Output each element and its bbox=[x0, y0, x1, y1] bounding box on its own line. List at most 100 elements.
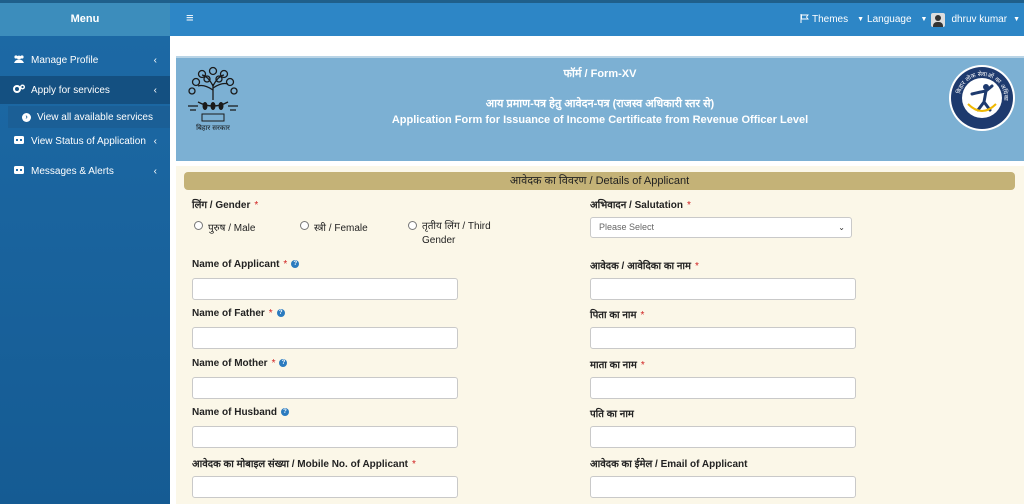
required-mark: * bbox=[268, 308, 273, 319]
chevron-down-icon: ‹ bbox=[153, 84, 157, 96]
chevron-left-icon: ‹ bbox=[153, 135, 157, 147]
email-label: आवेदक का ईमेल / Email of Applicant bbox=[590, 456, 747, 470]
language-dropdown[interactable]: ▼ Language bbox=[857, 14, 911, 25]
gender-label-text: लिंग / Gender bbox=[192, 200, 251, 211]
flag-icon bbox=[800, 13, 809, 26]
sidebar: Menu Manage Profile ‹ Apply for services… bbox=[0, 3, 170, 504]
user-name: dhruv kumar bbox=[951, 14, 1008, 25]
avatar bbox=[931, 12, 946, 27]
husband-name-label: Name of Husband? bbox=[192, 407, 290, 418]
caret-down-icon: ▼ bbox=[1013, 16, 1020, 23]
themes-dropdown[interactable]: Themes bbox=[800, 13, 849, 26]
required-mark: * bbox=[695, 261, 699, 272]
name-applicant-label: Name of Applicant *? bbox=[192, 259, 300, 270]
required-mark: * bbox=[686, 200, 691, 211]
email-input[interactable] bbox=[590, 476, 856, 498]
required-mark: * bbox=[254, 200, 259, 211]
users-icon bbox=[12, 54, 26, 66]
cogs-icon bbox=[12, 84, 26, 96]
caret-down-icon: ▼ bbox=[920, 16, 928, 23]
chevron-left-icon: ‹ bbox=[153, 54, 157, 66]
sidebar-item-manage-profile[interactable]: Manage Profile ‹ bbox=[0, 46, 170, 74]
form-banner: बिहार सरकार फॉर्म / Form-XV आय प्रमाण-पत… bbox=[176, 56, 1024, 161]
message-icon bbox=[12, 166, 26, 176]
mobile-label: आवेदक का मोबाइल संख्या / Mobile No. of A… bbox=[192, 456, 416, 470]
husband-name-hindi-label: पति का नाम bbox=[590, 406, 634, 420]
hamburger-menu-icon[interactable]: ≡ bbox=[186, 10, 194, 25]
radio-circle bbox=[408, 221, 417, 230]
label-text: पिता का नाम bbox=[590, 310, 637, 321]
name-applicant-hindi-input[interactable] bbox=[590, 278, 856, 300]
user-menu[interactable]: ▼ dhruv kumar ▼ bbox=[920, 12, 1020, 27]
label-text: आवेदक / आवेदिका का नाम bbox=[590, 261, 692, 272]
sidebar-item-label: Apply for services bbox=[31, 84, 110, 96]
required-mark: * bbox=[640, 360, 645, 371]
gender-radio-female[interactable]: स्त्री / Female bbox=[300, 220, 368, 234]
name-applicant-hindi-label: आवेदक / आवेदिका का नाम * bbox=[590, 258, 699, 272]
required-mark: * bbox=[640, 310, 645, 321]
sidebar-title: Menu bbox=[0, 3, 170, 36]
radio-label: पुरुष / Male bbox=[208, 223, 256, 234]
radio-label: तृतीय लिंग / Third Gender bbox=[422, 221, 491, 246]
language-label: Language bbox=[867, 14, 912, 25]
required-mark: * bbox=[271, 358, 276, 369]
name-applicant-input[interactable] bbox=[192, 278, 458, 300]
sidebar-subitem-all-services[interactable]: › View all available services bbox=[8, 106, 170, 128]
main-content: बिहार सरकार फॉर्म / Form-XV आय प्रमाण-पत… bbox=[170, 36, 1024, 504]
salutation-select[interactable]: Please Select ⌄ bbox=[590, 217, 852, 238]
mobile-input[interactable] bbox=[192, 476, 458, 498]
gender-label: लिंग / Gender * bbox=[192, 197, 258, 211]
applicant-form: आवेदक का विवरण / Details of Applicant लि… bbox=[176, 166, 1024, 504]
label-text: Name of Father bbox=[192, 308, 265, 319]
status-icon bbox=[12, 136, 26, 146]
top-header: ≡ Themes ▼ Language ▼ dhruv kumar ▼ bbox=[170, 3, 1024, 36]
sidebar-item-apply-services[interactable]: Apply for services ‹ bbox=[0, 76, 170, 104]
chevron-left-icon: ‹ bbox=[153, 165, 157, 177]
mother-name-hindi-label: माता का नाम * bbox=[590, 357, 645, 371]
label-text: आवेदक का मोबाइल संख्या / Mobile No. of A… bbox=[192, 459, 409, 470]
father-name-hindi-input[interactable] bbox=[590, 327, 856, 349]
form-title-hindi: आय प्रमाण-पत्र हेतु आवेदन-पत्र (राजस्व अ… bbox=[485, 98, 715, 110]
mother-name-hindi-input[interactable] bbox=[590, 377, 856, 399]
gender-radio-third[interactable]: तृतीय लिंग / Third Gender bbox=[408, 220, 504, 248]
info-icon[interactable]: ? bbox=[291, 260, 300, 269]
husband-name-hindi-input[interactable] bbox=[590, 426, 856, 448]
husband-name-input[interactable] bbox=[192, 426, 458, 448]
label-text: आवेदक का ईमेल / Email of Applicant bbox=[590, 459, 748, 470]
header-actions: Themes ▼ Language ▼ dhruv kumar ▼ bbox=[791, 3, 1020, 36]
chevron-right-circle-icon: › bbox=[22, 112, 31, 122]
section-header: आवेदक का विवरण / Details of Applicant bbox=[184, 172, 1015, 190]
info-icon[interactable]: ? bbox=[276, 309, 285, 318]
salutation-value: Please Select bbox=[599, 222, 655, 232]
info-icon[interactable]: ? bbox=[279, 359, 288, 368]
salutation-label-text: अभिवादन / Salutation bbox=[590, 200, 683, 211]
sidebar-item-label: Manage Profile bbox=[31, 54, 99, 66]
gender-radio-male[interactable]: पुरुष / Male bbox=[194, 220, 255, 234]
radio-circle bbox=[300, 221, 309, 230]
father-name-hindi-label: पिता का नाम * bbox=[590, 307, 644, 321]
chevron-down-icon: ⌄ bbox=[838, 223, 845, 232]
label-text: Name of Mother bbox=[192, 358, 268, 369]
label-text: Name of Applicant bbox=[192, 259, 280, 270]
sidebar-item-label: View Status of Application bbox=[31, 135, 146, 147]
sidebar-item-messages[interactable]: Messages & Alerts ‹ bbox=[0, 157, 170, 185]
label-text: माता का नाम bbox=[590, 360, 637, 371]
father-name-input[interactable] bbox=[192, 327, 458, 349]
salutation-label: अभिवादन / Salutation * bbox=[590, 197, 691, 211]
themes-label: Themes bbox=[811, 14, 849, 25]
required-mark: * bbox=[283, 259, 288, 270]
rtps-logo-icon: बिहार लोक सेवाओं का अधिकार bbox=[947, 59, 1016, 132]
sidebar-item-label: Messages & Alerts bbox=[31, 165, 114, 177]
sidebar-item-view-status[interactable]: View Status of Application ‹ bbox=[0, 127, 170, 155]
father-name-label: Name of Father *? bbox=[192, 308, 285, 319]
mother-name-input[interactable] bbox=[192, 377, 458, 399]
radio-label: स्त्री / Female bbox=[314, 223, 368, 234]
label-text: पति का नाम bbox=[590, 409, 634, 420]
sidebar-subitem-label: View all available services bbox=[37, 111, 153, 123]
mother-name-label: Name of Mother *? bbox=[192, 358, 288, 369]
form-number: फॉर्म / Form-XV bbox=[563, 68, 637, 80]
info-icon[interactable]: ? bbox=[281, 408, 290, 417]
label-text: Name of Husband bbox=[192, 407, 278, 418]
form-title-english: Application Form for Issuance of Income … bbox=[391, 114, 809, 126]
required-mark: * bbox=[412, 459, 416, 470]
